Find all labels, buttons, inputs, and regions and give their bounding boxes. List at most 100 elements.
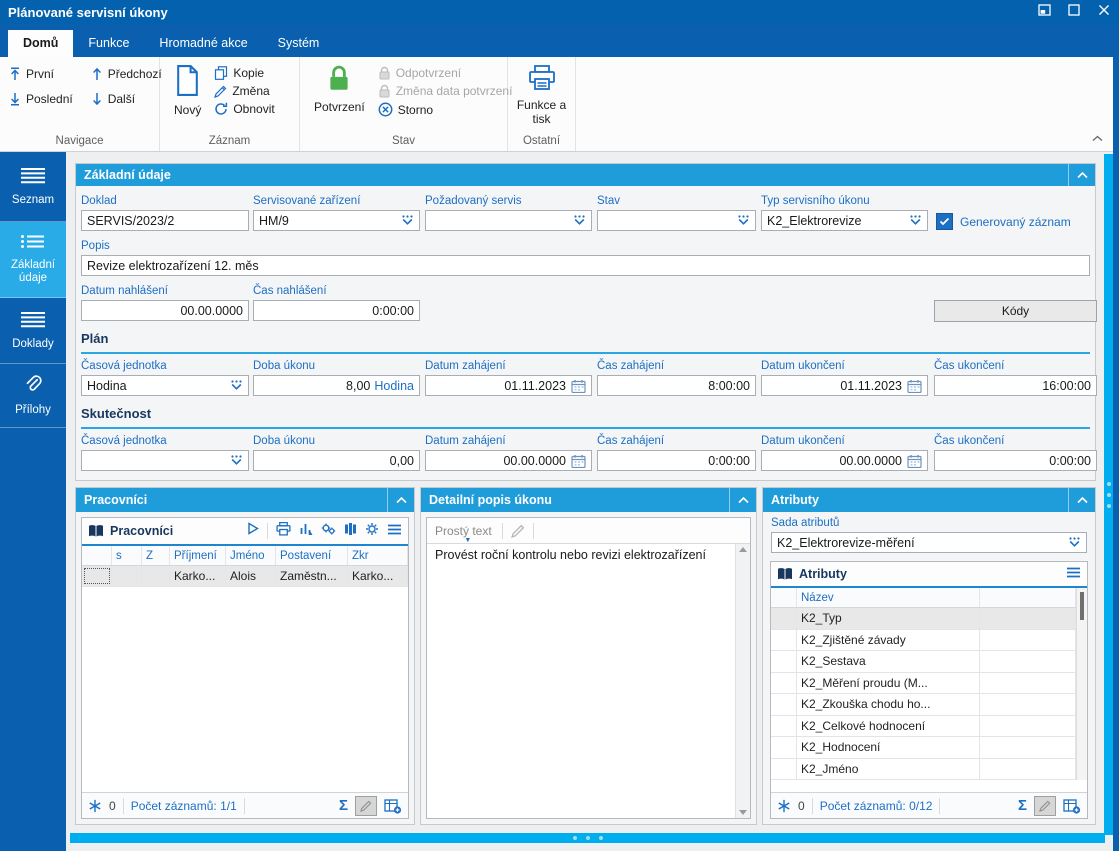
attribute-row[interactable]: K2_Zkouška chodu ho... — [771, 694, 1076, 716]
skut-datum-zahajeni-input[interactable]: 00.00.0000 — [425, 450, 592, 471]
attribute-row[interactable]: K2_Hodnocení — [771, 737, 1076, 759]
print-icon[interactable] — [276, 521, 291, 541]
text-mode-selector[interactable]: Prostý text ▼ — [435, 524, 494, 544]
skut-doba-input[interactable]: 0,00 — [253, 450, 420, 471]
detail-scrollbar[interactable] — [735, 544, 750, 818]
collapse-detail-button[interactable] — [729, 488, 756, 512]
attribute-row[interactable]: K2_Sestava — [771, 651, 1076, 673]
previous-button[interactable]: Předchozí — [86, 61, 167, 86]
cancel-button[interactable]: Storno — [373, 100, 518, 119]
collapse-basic-button[interactable] — [1068, 164, 1095, 186]
vertical-splitter[interactable] — [1104, 154, 1113, 835]
dropdown-icon[interactable] — [737, 215, 750, 226]
tab-system[interactable]: Systém — [263, 30, 335, 57]
chart-icon[interactable] — [299, 522, 313, 541]
copy-button[interactable]: Kopie — [209, 64, 279, 82]
next-button[interactable]: Další — [86, 86, 167, 111]
new-button[interactable]: Nový — [166, 62, 209, 133]
tab-domu[interactable]: Domů — [8, 30, 74, 57]
doklad-input[interactable]: SERVIS/2023/2 — [81, 210, 249, 231]
last-button[interactable]: Poslední — [4, 86, 78, 111]
plan-jednotka-input[interactable]: Hodina — [81, 375, 249, 396]
edit-text-icon[interactable] — [510, 524, 525, 538]
skut-datum-ukonceni-input[interactable]: 00.00.0000 — [761, 450, 928, 471]
add-record-icon[interactable] — [384, 798, 402, 814]
attribute-row[interactable]: K2_Jméno — [771, 758, 1076, 780]
plan-datum-zahajeni-input[interactable]: 01.11.2023 — [425, 375, 592, 396]
collapse-attributes-button[interactable] — [1068, 488, 1095, 512]
sum-icon[interactable]: Σ — [1018, 797, 1027, 814]
dropdown-icon[interactable] — [230, 380, 243, 391]
play-icon[interactable] — [247, 522, 259, 540]
attribute-row[interactable]: K2_Měření proudu (M... — [771, 672, 1076, 694]
first-button[interactable]: První — [4, 61, 78, 86]
attribute-row[interactable]: K2_Typ — [771, 608, 1076, 630]
menu-icon[interactable] — [1066, 565, 1081, 583]
filter-asterisk-icon[interactable] — [88, 799, 102, 813]
pozadovany-servis-input[interactable] — [425, 210, 592, 231]
sum-icon[interactable]: Σ — [339, 797, 348, 814]
scroll-down-icon[interactable] — [739, 810, 747, 815]
dropdown-icon[interactable] — [573, 215, 586, 226]
main-content: Základní údaje Doklad SERVIS/2023/2 Serv… — [66, 152, 1113, 851]
attributes-scrollbar[interactable] — [1076, 588, 1087, 780]
plan-datum-ukonceni-input[interactable]: 01.11.2023 — [761, 375, 928, 396]
scrollbar-thumb[interactable] — [1080, 592, 1084, 620]
columns-icon[interactable] — [344, 522, 357, 541]
attribute-row[interactable]: K2_Celkové hodnocení — [771, 715, 1076, 737]
skut-cas-zahajeni-input[interactable]: 0:00:00 — [597, 450, 756, 471]
skut-cas-ukonceni-input[interactable]: 0:00:00 — [934, 450, 1097, 471]
sidebar-item-seznam[interactable]: Seznam — [0, 152, 66, 222]
collapse-workers-button[interactable] — [387, 488, 414, 512]
refresh-button[interactable]: Obnovit — [209, 100, 279, 118]
dropdown-icon[interactable] — [1068, 537, 1081, 548]
plan-cas-zahajeni-input[interactable]: 8:00:00 — [597, 375, 756, 396]
menu-icon[interactable] — [387, 522, 402, 540]
attribute-set-input[interactable]: K2_Elektrorevize-měření — [771, 532, 1087, 553]
typ-ukonu-input[interactable]: K2_Elektrorevize — [761, 210, 928, 231]
attribute-row[interactable]: K2_Zjištěné závady — [771, 629, 1076, 651]
unconfirm-button[interactable]: Odpotvrzení — [373, 64, 518, 82]
calendar-icon[interactable] — [907, 454, 922, 468]
plan-doba-input[interactable]: 8,00 Hodina — [253, 375, 420, 396]
row-selector-cell[interactable] — [82, 566, 112, 586]
horizontal-splitter[interactable] — [70, 833, 1105, 843]
plan-cas-ukonceni-input[interactable]: 16:00:00 — [934, 375, 1097, 396]
description-textarea[interactable]: Provést roční kontrolu nebo revizi elekt… — [427, 544, 735, 818]
settings-gear-icon[interactable] — [365, 522, 379, 541]
dropdown-icon[interactable] — [909, 215, 922, 226]
edit-record-button[interactable] — [1034, 795, 1056, 816]
generated-record-checkbox[interactable] — [936, 213, 953, 230]
sidebar-item-zakladni-udaje[interactable]: Základní údaje — [0, 222, 66, 298]
ribbon-collapse-button[interactable] — [1092, 129, 1103, 147]
codes-button[interactable]: Kódy — [934, 300, 1097, 322]
calendar-icon[interactable] — [907, 379, 922, 393]
sidebar-item-doklady[interactable]: Doklady — [0, 298, 66, 364]
dock-window-button[interactable] — [1029, 0, 1059, 24]
change-confirm-date-button[interactable]: Změna data potvrzení — [373, 82, 518, 100]
confirm-button[interactable]: Potvrzení — [306, 62, 373, 133]
gears-icon[interactable] — [321, 522, 336, 541]
cas-nahlaseni-input[interactable]: 0:00:00 — [253, 300, 420, 321]
calendar-icon[interactable] — [571, 379, 586, 393]
edit-record-button[interactable] — [355, 795, 377, 816]
tab-hromadne-akce[interactable]: Hromadné akce — [144, 30, 262, 57]
functions-print-button[interactable]: Funkce a tisk — [514, 62, 569, 133]
add-record-icon[interactable] — [1063, 798, 1081, 814]
dropdown-icon[interactable] — [230, 455, 243, 466]
worker-table-row[interactable]: Karko... Alois Zaměstn... Karko... — [82, 566, 408, 587]
zarizeni-input[interactable]: HM/9 — [253, 210, 420, 231]
stav-input[interactable] — [597, 210, 756, 231]
scroll-up-icon[interactable] — [739, 547, 747, 552]
calendar-icon[interactable] — [571, 454, 586, 468]
filter-asterisk-icon[interactable] — [777, 799, 791, 813]
tab-funkce[interactable]: Funkce — [73, 30, 144, 57]
dropdown-icon[interactable] — [401, 215, 414, 226]
close-button[interactable] — [1089, 0, 1119, 24]
edit-button[interactable]: Změna — [209, 82, 279, 100]
maximize-button[interactable] — [1059, 0, 1089, 24]
datum-nahlaseni-input[interactable]: 00.00.0000 — [81, 300, 249, 321]
sidebar-item-prilohy[interactable]: Přílohy — [0, 364, 66, 428]
popis-input[interactable]: Revize elektrozařízení 12. měs — [81, 255, 1090, 276]
skut-jednotka-input[interactable] — [81, 450, 249, 471]
